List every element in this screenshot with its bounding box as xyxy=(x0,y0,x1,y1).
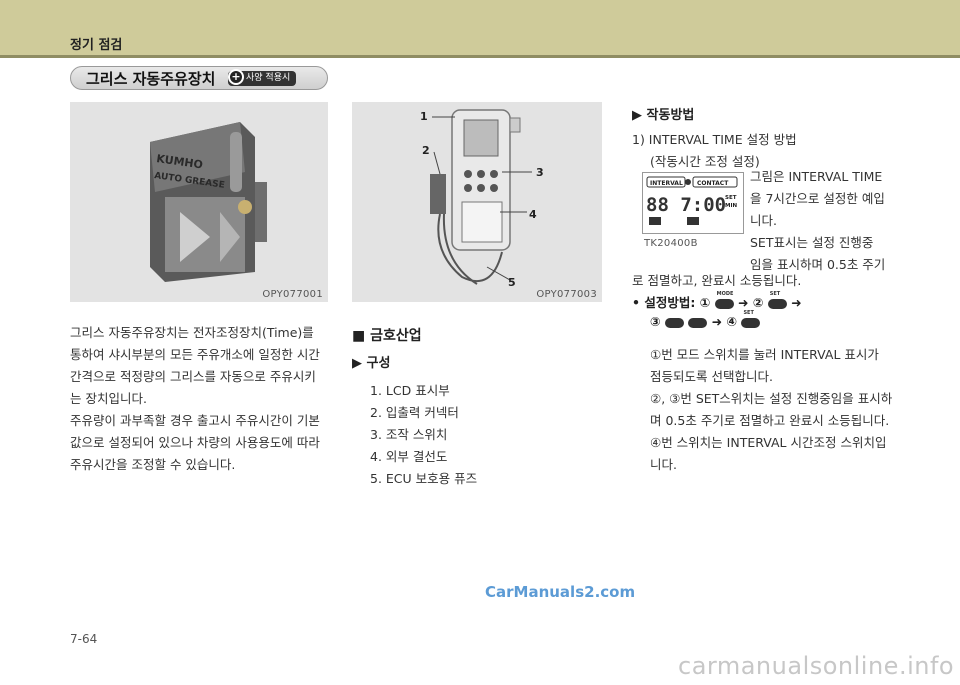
interval-label: INTERVAL xyxy=(650,180,683,187)
desc-tail: 로 점멸하고, 완료시 소등됩니다. xyxy=(632,273,802,288)
step-subtitle: (작동시간 조정 설정) xyxy=(650,154,760,169)
figure-code-display: TK20400B xyxy=(644,238,698,249)
component-item: 4. 외부 결선도 xyxy=(370,449,448,464)
callout-2: 2 xyxy=(422,144,430,157)
page-number: 7-64 xyxy=(70,632,98,646)
method-label: • 설정방법: ① xyxy=(632,295,711,310)
method-end: ➜ xyxy=(791,295,802,310)
note-line: 점등되도록 선택합니다. xyxy=(650,369,773,384)
option-plus-icon: + xyxy=(228,69,244,85)
method-line-2: ③ ➜ ④ SET xyxy=(650,310,761,329)
desc-line: SET표시는 설정 진행중 xyxy=(750,235,874,250)
set-button-icon: SET xyxy=(767,291,787,309)
header-divider xyxy=(0,55,960,58)
contact-label: CONTACT xyxy=(697,180,729,187)
intro-line: 통하여 샤시부분의 모든 주유개소에 일정한 시간 xyxy=(70,347,320,362)
intro-line: 그리스 자동주유장치는 전자조정장치(Time)를 xyxy=(70,325,314,340)
grease-pump-figure: KUMHO AUTO GREASE OPY077001 xyxy=(70,102,328,302)
set-button-icon: SET xyxy=(741,310,761,328)
grease-pump-illustration: KUMHO AUTO GREASE xyxy=(150,122,267,282)
method-notes: ①번 모드 스위치를 눌러 INTERVAL 표시가 점등되도록 선택합니다. … xyxy=(650,344,900,476)
intro-line: 간격으로 적정량의 그리스를 자동으로 주유시키 xyxy=(70,369,316,384)
callout-5: 5 xyxy=(508,276,516,289)
down-button-icon xyxy=(664,317,684,328)
callout-3: 3 xyxy=(536,166,544,179)
intro-line: 주유량이 과부족할 경우 출고시 주유시간이 기본 xyxy=(70,413,320,428)
intro-line: 값으로 설정되어 있으나 차량의 사용용도에 따라 xyxy=(70,435,320,450)
lcd-display-figure: INTERVAL CONTACT 88 7:00 SET MIN xyxy=(642,172,744,234)
lcd-digits: 88 7:00 xyxy=(646,194,726,216)
intro-paragraph: 그리스 자동주유장치는 전자조정장치(Time)를 통하여 샤시부분의 모든 주… xyxy=(70,322,332,476)
desc-line: 그림은 INTERVAL TIME xyxy=(750,169,883,184)
desc-line: 니다. xyxy=(750,213,777,228)
header-band xyxy=(0,0,960,55)
note-line: ②, ③번 SET스위치는 설정 진행중임을 표시하 xyxy=(650,391,893,406)
section-title: 그리스 자동주유장치 xyxy=(86,70,216,88)
method-step-3: ③ xyxy=(650,314,661,329)
display-description: 그림은 INTERVAL TIME 을 7시간으로 설정한 예입 니다. SET… xyxy=(750,166,895,276)
figure-code-middle: OPY077003 xyxy=(536,289,597,300)
note-line: ④번 스위치는 INTERVAL 시간조정 스위치입 xyxy=(650,435,887,450)
controller-illustration: 1 2 3 4 5 xyxy=(420,109,544,289)
corner-watermark: carmanualsonline.info xyxy=(678,652,955,680)
method-step-4: ➜ ④ xyxy=(711,314,738,329)
component-item: 3. 조작 스위치 xyxy=(370,427,448,442)
callout-1: 1 xyxy=(420,110,428,123)
component-item: 2. 입출력 커넥터 xyxy=(370,405,459,420)
operation-heading: ▶ 작동방법 xyxy=(632,108,695,123)
method-mid: ➜ ② xyxy=(738,295,764,310)
mode-button-icon: MODE xyxy=(714,291,734,309)
callout-4: 4 xyxy=(529,208,537,221)
up-button-icon xyxy=(688,317,708,328)
intro-line: 주유시간을 조정할 수 있습니다. xyxy=(70,457,236,472)
note-line: 니다. xyxy=(650,457,677,472)
controller-figure: 1 2 3 4 5 OPY077003 xyxy=(352,102,602,302)
component-item: 1. LCD 표시부 xyxy=(370,383,450,398)
component-item: 5. ECU 보호용 퓨즈 xyxy=(370,471,478,486)
chapter-title: 정기 점검 xyxy=(70,38,123,53)
note-line: ①번 모드 스위치를 눌러 INTERVAL 표시가 xyxy=(650,347,879,362)
set-indicator: SET xyxy=(725,195,737,201)
set-tag: SET xyxy=(769,290,781,297)
method-line-1: • 설정방법: ① MODE ➜ ② SET ➜ xyxy=(632,291,802,311)
figure-code-left: OPY077001 xyxy=(262,289,323,300)
note-line: 며 0.5초 주기로 점멸하고 완료시 소등됩니다. xyxy=(650,413,890,428)
step-title: 1) INTERVAL TIME 설정 방법 xyxy=(632,132,797,147)
watermark-link[interactable]: CarManuals2.com xyxy=(485,583,635,601)
manufacturer-heading: ■ 금호산업 xyxy=(352,328,422,344)
min-indicator: MIN xyxy=(725,203,738,209)
desc-line: 을 7시간으로 설정한 예입 xyxy=(750,191,885,206)
lcd-display-illustration: INTERVAL CONTACT 88 7:00 SET MIN xyxy=(646,176,738,225)
set-tag: SET xyxy=(743,309,754,316)
intro-line: 는 장치입니다. xyxy=(70,391,147,406)
composition-heading: ▶ 구성 xyxy=(352,356,391,371)
mode-tag: MODE xyxy=(716,290,734,297)
